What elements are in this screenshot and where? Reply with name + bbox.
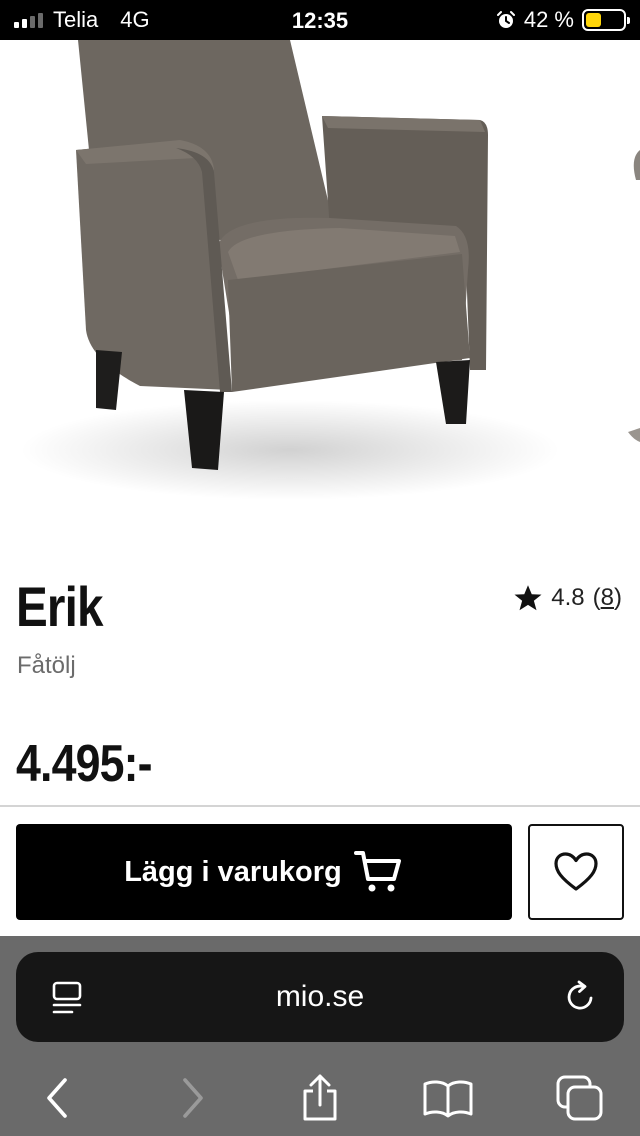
tabs-button[interactable] <box>550 1068 610 1128</box>
product-price: 4.495:- <box>16 735 153 793</box>
back-button[interactable] <box>28 1068 88 1128</box>
review-count-link[interactable]: 8 <box>601 584 614 611</box>
forward-button[interactable] <box>162 1068 222 1128</box>
reload-icon[interactable] <box>564 980 598 1014</box>
browser-toolbar <box>0 1060 640 1136</box>
shopping-cart-icon <box>353 851 401 892</box>
rating-value: 4.8 <box>551 584 585 611</box>
reader-icon[interactable] <box>50 980 84 1016</box>
share-icon <box>303 1074 337 1121</box>
armchair-image <box>20 40 640 500</box>
product-type: Fåtölj <box>17 652 76 679</box>
battery-percent: 42 % <box>523 7 574 32</box>
add-to-cart-button[interactable]: Lägg i varukorg <box>16 824 512 920</box>
product-name: Erik <box>16 575 103 638</box>
review-count-wrapper: (8) <box>592 584 622 611</box>
address-bar[interactable]: mio.se <box>16 952 624 1042</box>
add-to-cart-label: Lägg i varukorg <box>124 855 342 888</box>
star-icon <box>514 585 542 611</box>
product-rating[interactable]: 4.8 (8) <box>513 583 622 613</box>
divider <box>0 805 640 807</box>
forward-icon <box>183 1078 203 1118</box>
browser-chrome: mio.se <box>0 936 640 1136</box>
share-button[interactable] <box>290 1068 350 1128</box>
status-bar: Telia 4G 12:35 42 % <box>0 0 640 40</box>
url-text[interactable]: mio.se <box>276 980 364 1014</box>
tabs-icon <box>556 1075 603 1121</box>
battery-icon <box>582 9 630 31</box>
heart-icon <box>554 852 598 891</box>
back-icon <box>47 1078 67 1118</box>
battery-level <box>586 13 602 27</box>
wishlist-button[interactable] <box>528 824 624 920</box>
bookmarks-button[interactable] <box>418 1068 478 1128</box>
status-right: 42 % <box>496 0 630 40</box>
product-image[interactable] <box>0 40 640 540</box>
bookmarks-icon <box>423 1080 473 1118</box>
alarm-clock-icon <box>496 11 515 28</box>
